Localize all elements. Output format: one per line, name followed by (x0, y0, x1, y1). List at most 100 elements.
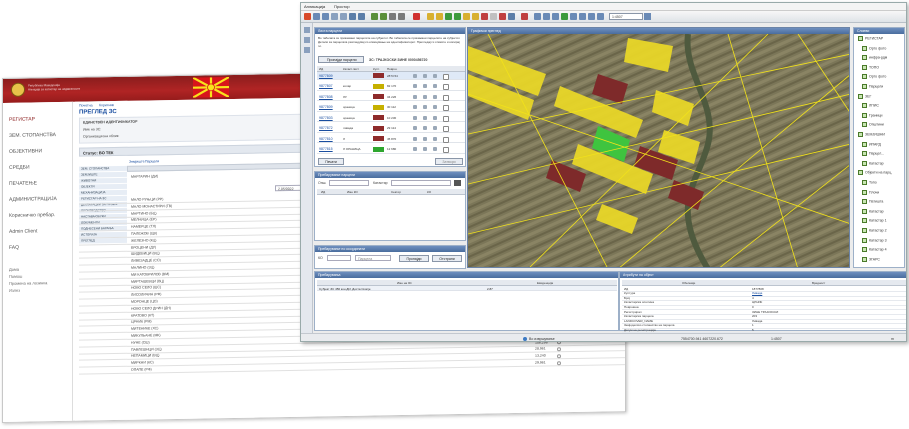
layer-checkbox[interactable] (862, 141, 867, 147)
zoom-to-parcel-icon[interactable] (413, 73, 417, 78)
flag-icon[interactable] (521, 13, 528, 20)
sidebar-item-meetings[interactable]: СРЕДБИ (9, 165, 30, 171)
layer-item[interactable]: Катастар (862, 160, 884, 166)
parcel-row[interactable]: 9877809 ораница 30 112 (317, 104, 465, 112)
dock-search-icon[interactable] (304, 37, 310, 43)
grid-icon[interactable] (389, 13, 396, 20)
layer-item[interactable]: Орто фото (862, 45, 886, 51)
layer-item[interactable]: ЗЕГ (858, 93, 871, 99)
row-status-icon[interactable] (557, 353, 561, 358)
pan-tool-icon[interactable] (304, 13, 311, 20)
zoom-to-parcel-icon[interactable] (413, 94, 417, 99)
layer-checkbox[interactable] (862, 151, 867, 157)
select-icon[interactable] (358, 13, 365, 20)
layer-item[interactable]: Општини (862, 122, 884, 128)
layer-checkbox[interactable] (862, 180, 867, 185)
sidebar-item-printing[interactable]: ПЕЧАТЕЊЕ (9, 180, 37, 186)
layer-checkbox[interactable] (858, 132, 863, 137)
aerial-map-canvas[interactable] (468, 34, 850, 268)
coord-remove-button[interactable]: Отстрани (432, 255, 462, 262)
undo-icon[interactable] (490, 13, 497, 20)
zoom-extent-icon[interactable] (349, 13, 356, 20)
layer-checkbox[interactable] (862, 84, 867, 89)
ruler-icon[interactable] (561, 13, 568, 20)
parcel-row[interactable]: 9877872 ливада 29 114 (317, 125, 465, 133)
parcel-id-link[interactable]: 9877803 (319, 116, 333, 120)
layer-checkbox[interactable] (862, 122, 867, 128)
sidebar-item-admin-client[interactable]: Admin Client (9, 228, 37, 234)
print-icon[interactable] (534, 13, 541, 20)
edit-parcel-icon[interactable] (433, 94, 437, 99)
chevron-down-icon[interactable] (644, 13, 651, 20)
layer-checkbox[interactable] (862, 189, 867, 195)
clear-icon[interactable] (413, 13, 420, 20)
layer-item[interactable]: Катастар 4 (862, 247, 887, 253)
parcel-id-link[interactable]: 9877808 (319, 95, 333, 99)
layer-checkbox[interactable] (862, 64, 867, 70)
layer-item[interactable]: Катастар 3 (862, 237, 887, 243)
layer-item[interactable]: Катастар 1 (862, 218, 887, 224)
search-go-icon[interactable] (454, 180, 461, 186)
edit-parcel-icon[interactable] (433, 126, 437, 130)
find-parcels-button[interactable]: Пронајди парцели (318, 56, 364, 63)
layer-checkbox[interactable] (862, 112, 867, 118)
layer-item[interactable]: Патишта (862, 199, 883, 205)
layer-item[interactable]: ТОПО (862, 64, 879, 70)
zoom-to-parcel-icon[interactable] (413, 126, 417, 130)
layer-item[interactable]: Граници (862, 112, 882, 118)
dock-coords-icon[interactable] (304, 47, 310, 53)
view-parcel-icon[interactable] (423, 126, 427, 130)
layer-item[interactable]: Плочи (862, 189, 879, 195)
subject-row[interactable]: Субјект ЗС 456 кон ДИ, Доста Скопје 2.87 (317, 286, 617, 291)
view-parcel-icon[interactable] (423, 94, 427, 99)
refresh-icon[interactable] (588, 13, 595, 20)
parcel-row[interactable]: 9877808 ЛУ 34 226 (317, 93, 465, 101)
layer-icon[interactable] (371, 13, 378, 20)
layer-checkbox[interactable] (862, 256, 867, 262)
view-parcel-icon[interactable] (423, 84, 427, 88)
layer-item[interactable]: ЛПИС (862, 103, 879, 109)
layer-checkbox[interactable] (862, 228, 867, 233)
home-icon[interactable] (597, 13, 604, 20)
layer-checkbox[interactable] (858, 170, 863, 176)
layer-item[interactable]: РЕГИСТАР (858, 36, 883, 41)
edit-parcel-icon[interactable] (433, 115, 437, 120)
cadastre-input[interactable] (391, 180, 451, 186)
parcel-row[interactable]: 9877807 колар 82 170 (317, 83, 465, 91)
zoom-to-parcel-icon[interactable] (413, 136, 417, 141)
layer-item[interactable]: Објекти на парц. (858, 170, 892, 176)
draw-point-icon[interactable] (427, 13, 434, 20)
edit-vertex-icon[interactable] (454, 13, 461, 20)
tab-user[interactable]: Корисник (99, 103, 114, 107)
view-parcel-icon[interactable] (423, 105, 427, 109)
layer-checkbox[interactable] (862, 208, 867, 214)
sidebar-item-faq[interactable]: FAQ (9, 245, 19, 251)
select-parcel-checkbox[interactable] (443, 147, 449, 153)
zoom-to-parcel-icon[interactable] (413, 84, 417, 88)
layer-item[interactable]: Катастар (862, 208, 884, 214)
coord-parcel-input[interactable]: Парцела (355, 255, 391, 261)
zoom-out-icon[interactable] (322, 13, 329, 20)
close-button[interactable]: Затвори (435, 158, 463, 165)
measure-icon[interactable] (508, 13, 515, 20)
edit-parcel-icon[interactable] (433, 73, 437, 78)
parcel-row[interactable]: 9877809 2873.54 (317, 72, 465, 80)
layer-item[interactable]: Парцел... (862, 151, 884, 157)
sidebar-item-objects[interactable]: ОБЈЕКТИВНИ (9, 148, 42, 155)
layer-checkbox[interactable] (862, 237, 867, 243)
layer-item[interactable]: Парцели (862, 84, 883, 89)
parcel-row[interactable]: 9877815 Л ОРАНИЦА 12 680 (317, 146, 465, 154)
parcel-id-link[interactable]: 9877807 (319, 84, 333, 88)
settings-icon[interactable] (579, 13, 586, 20)
zoom-in-icon[interactable] (313, 13, 320, 20)
sidebar-link-logout[interactable]: Излез (9, 288, 20, 293)
row-status-icon[interactable] (557, 347, 561, 352)
subtab-parcels[interactable]: Парцели (145, 159, 159, 163)
layer-item[interactable]: ЗГАРС (862, 256, 880, 262)
edit-parcel-icon[interactable] (433, 105, 437, 109)
info-icon[interactable] (552, 13, 559, 20)
layer-checkbox[interactable] (862, 55, 867, 61)
layer-checkbox[interactable] (862, 218, 867, 224)
map-view[interactable]: Графички преглед (467, 27, 850, 268)
layer-item[interactable]: Топо (862, 180, 877, 185)
